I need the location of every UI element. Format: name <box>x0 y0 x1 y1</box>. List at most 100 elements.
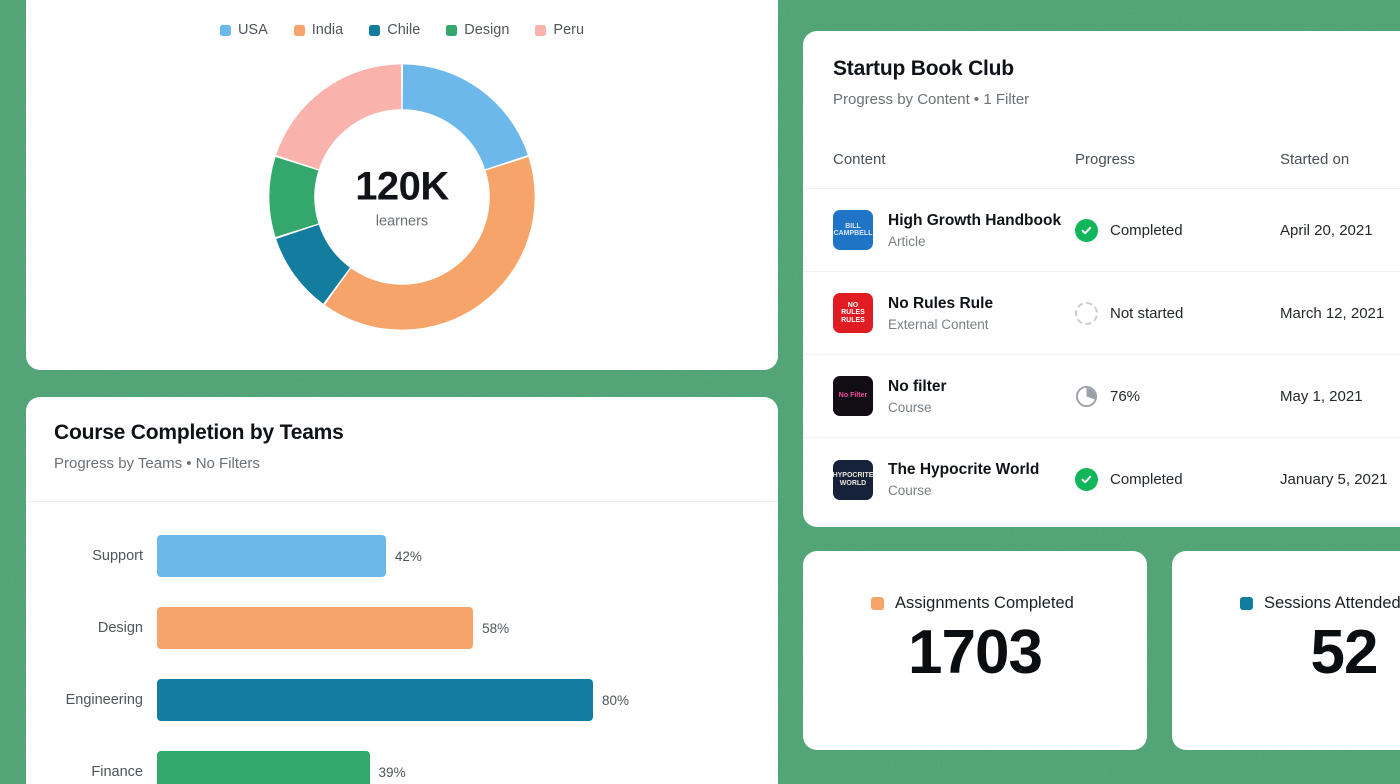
bar-value-label: 39% <box>378 764 406 780</box>
bar-row[interactable]: Design 58% <box>26 592 778 664</box>
content-table-body: BILL CAMPBELL High Growth Handbook Article… <box>803 189 1400 521</box>
content-type: Course <box>888 399 932 415</box>
legend-swatch-icon <box>369 24 381 36</box>
bar-row[interactable]: Engineering 80% <box>26 664 778 736</box>
stat-card-assignments-completed: Assignments Completed 1703 <box>803 551 1147 750</box>
content-type: Course <box>888 483 932 498</box>
content-info: No filter Course <box>888 378 947 415</box>
bar-fill[interactable] <box>157 535 386 577</box>
bar-fill[interactable] <box>157 751 370 784</box>
content-cell: NO RULES RULES No Rules Rule External Cont… <box>803 293 1075 333</box>
content-thumbnail[interactable]: No Filter <box>833 376 873 416</box>
progress-status: Not started <box>1110 304 1184 322</box>
stat-card-sessions-attended: Sessions Attended 52 <box>1172 551 1400 750</box>
bar-fill[interactable] <box>157 607 474 649</box>
stat-card-header: Assignments Completed <box>803 594 1147 613</box>
progress-cell: Not started <box>1075 301 1280 325</box>
bar-value-label: 58% <box>482 620 510 636</box>
content-thumbnail[interactable]: BILL CAMPBELL <box>833 210 873 250</box>
legend-item-label: USA <box>237 22 268 38</box>
bar-category-label: Finance <box>91 764 143 780</box>
donut-legend: USA India Chile Design Peru <box>26 0 778 38</box>
legend-item-design[interactable]: Design <box>446 22 509 38</box>
legend-swatch-icon <box>871 597 884 610</box>
content-type: External Content <box>888 316 989 332</box>
partial-circle-icon <box>1075 385 1098 408</box>
content-title[interactable]: No Rules Rule <box>888 295 993 313</box>
legend-item-label: Chile <box>387 22 421 38</box>
legend-item-label: India <box>311 22 344 38</box>
table-row[interactable]: BILL CAMPBELL High Growth Handbook Article… <box>803 189 1400 272</box>
progress-status: Completed <box>1110 221 1183 239</box>
content-title[interactable]: No filter <box>888 378 947 396</box>
table-row[interactable]: No Filter No filter Course 76% May 1, 2021 <box>803 355 1400 438</box>
table-column-headers: Content Progress Started on <box>803 131 1400 189</box>
content-cell: BILL CAMPBELL High Growth Handbook Article <box>803 210 1075 250</box>
donut-segment-usa[interactable] <box>401 64 528 170</box>
table-card-header: Startup Book Club Progress by Content • … <box>803 31 1400 108</box>
progress-status: 76% <box>1110 387 1141 405</box>
table-card-title: Startup Book Club <box>833 57 1014 80</box>
stat-card-value: 1703 <box>908 618 1043 687</box>
content-thumbnail[interactable]: HYPOCRITE WORLD <box>833 459 873 500</box>
thumbnail-caption: NO RULES RULES <box>841 302 865 324</box>
started-on-date: March 12, 2021 <box>1280 304 1385 322</box>
legend-item-chile[interactable]: Chile <box>369 22 420 38</box>
bar-fill[interactable] <box>157 679 593 721</box>
legend-item-label: Design <box>464 22 510 38</box>
progress-cell: Completed <box>1075 218 1280 242</box>
progress-cell: 76% <box>1075 385 1280 408</box>
bar-category-label: Support <box>92 548 143 564</box>
content-cell: HYPOCRITE WORLD The Hypocrite World Course <box>803 459 1075 500</box>
content-info: High Growth Handbook Article <box>888 212 1061 249</box>
donut-segment-peru[interactable] <box>276 64 403 170</box>
legend-swatch-icon <box>446 24 458 36</box>
progress-cell: Completed <box>1075 468 1280 491</box>
bar-row[interactable]: Finance 39% <box>26 736 778 784</box>
bar-category-label: Engineering <box>65 692 143 708</box>
bar-category-label: Design <box>97 620 143 636</box>
thumbnail-caption: No Filter <box>838 392 868 400</box>
column-header-started-on[interactable]: Started on <box>1280 151 1400 168</box>
legend-item-india[interactable]: India <box>293 22 344 38</box>
bars-card-header: Course Completion by Teams Progress by T… <box>26 397 778 472</box>
donut-total-value: 120K <box>355 164 449 209</box>
donut-segment-chile[interactable] <box>276 224 351 304</box>
bar-track: 80% <box>157 679 778 721</box>
legend-item-peru[interactable]: Peru <box>535 22 584 38</box>
donut-chart[interactable]: 120K learners <box>257 52 547 342</box>
content-info: The Hypocrite World Course <box>888 461 1039 498</box>
stat-card-label: Sessions Attended <box>1264 594 1400 612</box>
started-on-date: April 20, 2021 <box>1280 221 1373 239</box>
bar-chart: Support 42% Design 58% Engineering 80% Finance… <box>26 502 778 784</box>
column-header-progress[interactable]: Progress <box>1075 151 1280 168</box>
donut-total-caption: learners <box>375 213 429 230</box>
table-row[interactable]: NO RULES RULES No Rules Rule External Cont… <box>803 272 1400 355</box>
column-header-content[interactable]: Content <box>803 151 1075 168</box>
stat-card-header: Sessions Attended <box>1172 594 1400 613</box>
stat-card-value: 52 <box>1310 618 1379 687</box>
thumbnail-caption: HYPOCRITE WORLD <box>833 472 873 487</box>
progress-status: Completed <box>1110 471 1183 488</box>
stat-card-label: Assignments Completed <box>895 594 1074 612</box>
legend-swatch-icon <box>535 24 547 36</box>
bar-track: 39% <box>157 751 778 784</box>
course-completion-card: Course Completion by Teams Progress by T… <box>26 397 778 784</box>
content-thumbnail[interactable]: NO RULES RULES <box>833 293 873 333</box>
content-cell: No Filter No filter Course <box>803 376 1075 416</box>
legend-swatch-icon <box>1240 597 1253 610</box>
content-type: Article <box>888 233 926 249</box>
content-title[interactable]: The Hypocrite World <box>888 461 1039 479</box>
legend-item-usa[interactable]: USA <box>219 22 268 38</box>
content-title[interactable]: High Growth Handbook <box>888 212 1061 230</box>
table-card-subtitle: Progress by Content • 1 Filter <box>833 91 1030 108</box>
legend-swatch-icon <box>293 24 305 36</box>
legend-swatch-icon <box>219 24 231 36</box>
donut-center-label: 120K learners <box>257 165 547 230</box>
bar-track: 58% <box>157 607 778 649</box>
check-circle-icon <box>1075 468 1098 491</box>
bar-row[interactable]: Support 42% <box>26 520 778 592</box>
bars-card-subtitle: Progress by Teams • No Filters <box>54 455 260 472</box>
table-row[interactable]: HYPOCRITE WORLD The Hypocrite World Course… <box>803 438 1400 521</box>
bar-track: 42% <box>157 535 778 577</box>
